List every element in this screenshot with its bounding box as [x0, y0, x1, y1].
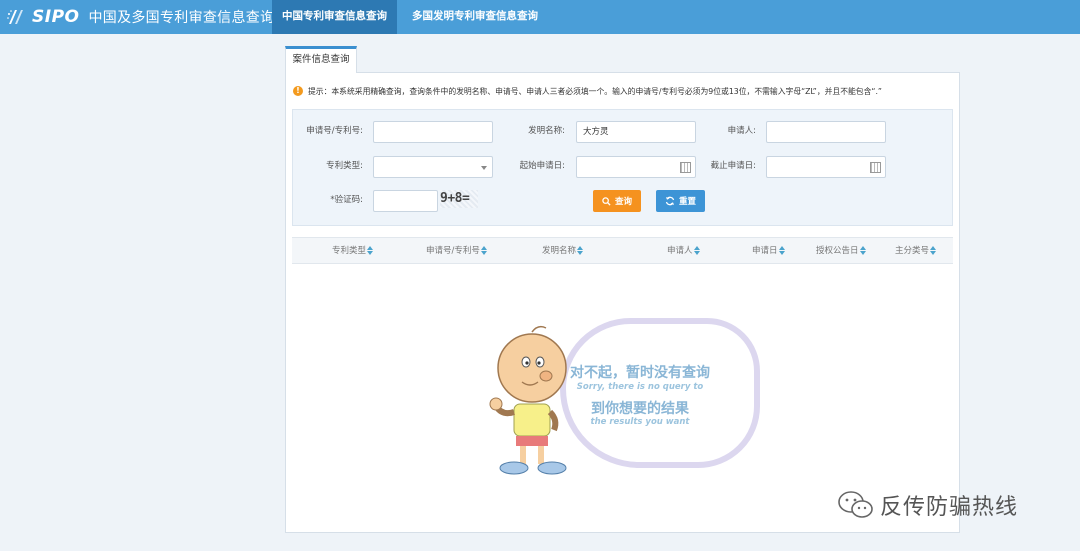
notice-text: 提示：本系统采用精确查询，查询条件中的发明名称、申请号、申请人三者必须填一个。输… — [308, 86, 882, 96]
warning-icon: ! — [293, 86, 303, 96]
search-button-label: 查询 — [614, 197, 632, 207]
tab-china-patent-query[interactable]: 中国专利审查信息查询 — [272, 0, 397, 34]
reset-button[interactable]: 重置 — [656, 190, 705, 212]
col-main-class[interactable]: 主分类号 — [895, 238, 937, 265]
sort-icon — [778, 246, 785, 255]
search-button[interactable]: 查询 — [593, 190, 641, 212]
search-icon — [602, 196, 611, 206]
col-invention-name[interactable]: 发明名称 — [542, 238, 584, 265]
watermark: 反传防骗热线 — [836, 485, 1018, 525]
site-title: 中国及多国专利审查信息查询 — [88, 10, 275, 26]
applicant-input[interactable] — [766, 121, 886, 143]
refresh-icon — [665, 196, 675, 206]
sort-icon — [693, 246, 700, 255]
sort-icon — [577, 246, 584, 255]
invention-name-label: 发明名称: — [528, 126, 565, 136]
sort-icon — [859, 246, 866, 255]
start-date-label: 起始申请日: — [519, 161, 565, 171]
captcha-image[interactable]: 9+8= — [440, 190, 478, 208]
end-date-label: 截止申请日: — [710, 161, 756, 171]
empty-title: 对不起，暂时没有查询 — [570, 365, 710, 381]
col-app-date[interactable]: 申请日 — [752, 238, 785, 265]
sipo-logo-icon — [7, 10, 23, 24]
patent-type-label: 专利类型: — [326, 161, 363, 171]
col-grant-date[interactable]: 授权公告日 — [816, 238, 866, 265]
applicant-label: 申请人: — [727, 126, 756, 136]
reset-button-label: 重置 — [678, 197, 696, 207]
empty-subtitle-en-2: the results you want — [590, 417, 690, 427]
sort-icon — [930, 246, 937, 255]
col-app-no[interactable]: 申请号/专利号 — [426, 238, 487, 265]
site-logo[interactable]: SIPO 中国及多国专利审查信息查询 — [6, 4, 274, 30]
end-date-input[interactable] — [766, 156, 886, 178]
results-table-header: 专利类型 申请号/专利号 发明名称 申请人 申请日 授权公告日 主分类号 — [292, 237, 953, 264]
top-header: SIPO 中国及多国专利审查信息查询 中国专利审查信息查询 多国发明专利审查信息… — [0, 0, 1080, 34]
brand-name: SIPO — [32, 7, 80, 27]
sort-icon — [480, 246, 487, 255]
empty-subtitle-en: Sorry, there is no query to — [576, 382, 704, 392]
wechat-icon — [838, 491, 873, 518]
app-no-label: 申请号/专利号: — [306, 126, 363, 136]
empty-title-2: 到你想要的结果 — [591, 401, 689, 417]
watermark-text: 反传防骗热线 — [880, 495, 1019, 520]
app-no-input[interactable] — [373, 121, 493, 143]
tab-multi-country-query[interactable]: 多国发明专利审查信息查询 — [402, 0, 548, 34]
empty-cloud — [560, 318, 760, 468]
captcha-input[interactable] — [373, 190, 438, 212]
patent-type-select[interactable] — [373, 156, 493, 178]
captcha-label: *验证码: — [330, 195, 363, 205]
empty-state: 对不起，暂时没有查询 Sorry, there is no query to 到… — [470, 300, 770, 490]
sort-icon — [367, 246, 374, 255]
query-notice: ! 提示：本系统采用精确查询，查询条件中的发明名称、申请号、申请人三者必须填一个… — [293, 84, 882, 98]
col-applicant[interactable]: 申请人 — [667, 238, 700, 265]
tab-case-info-query[interactable]: 案件信息查询 — [285, 46, 357, 73]
col-patent-type[interactable]: 专利类型 — [332, 238, 374, 265]
